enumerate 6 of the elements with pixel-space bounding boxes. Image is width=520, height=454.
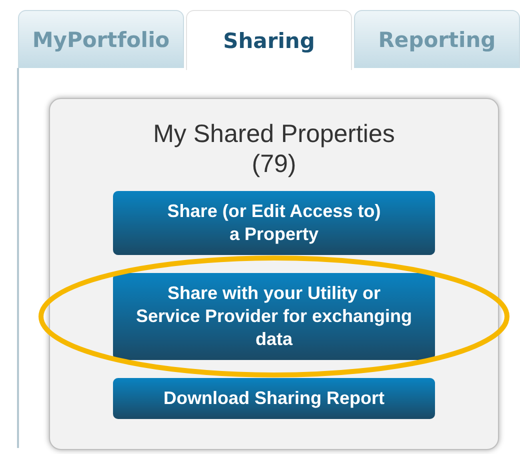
- action-button[interactable]: Download Sharing Report: [113, 378, 435, 419]
- action-button[interactable]: Share with your Utility or Service Provider for exchanging data: [113, 273, 435, 360]
- property-count: (79): [252, 149, 296, 179]
- panel-title: My Shared Properties: [153, 119, 395, 149]
- action-button[interactable]: Share (or Edit Access to) a Property: [113, 191, 435, 255]
- tab[interactable]: Sharing: [186, 10, 352, 70]
